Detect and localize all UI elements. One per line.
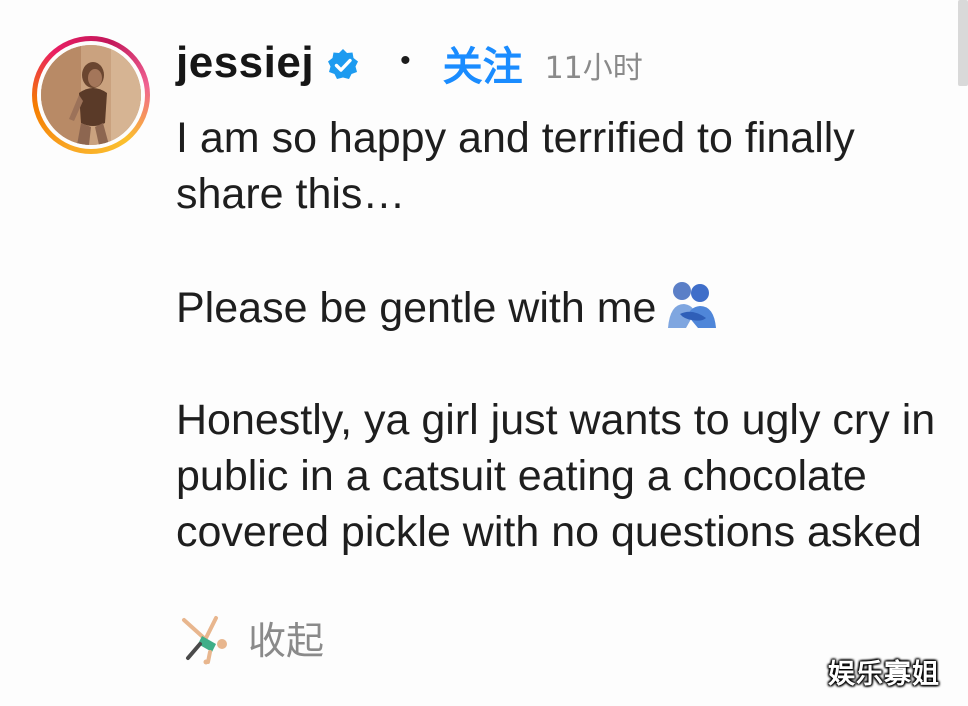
- follow-button[interactable]: 关注: [443, 34, 523, 92]
- people-hugging-icon: [662, 278, 720, 330]
- verified-badge-icon: [326, 48, 360, 82]
- caption-line-2: Please be gentle with me: [176, 278, 936, 336]
- scrollbar[interactable]: [958, 0, 968, 86]
- watermark: 娱乐寡姐: [828, 659, 940, 690]
- avatar-border: [37, 41, 145, 149]
- avatar[interactable]: [41, 45, 141, 145]
- post-caption: I am so happy and terrified to finally s…: [176, 110, 936, 560]
- collapse-row: 收起: [176, 608, 324, 666]
- separator-dot: •: [400, 44, 411, 77]
- person-cartwheeling-icon: [176, 608, 234, 666]
- collapse-link[interactable]: 收起: [248, 610, 324, 665]
- post-header: jessiej • 关注 11小时: [176, 30, 643, 96]
- story-ring[interactable]: [32, 36, 150, 154]
- profile-photo: [41, 45, 141, 145]
- caption-line-2-text: Please be gentle with me: [176, 284, 657, 332]
- username-link[interactable]: jessiej: [176, 38, 314, 88]
- caption-line-1: I am so happy and terrified to finally s…: [176, 114, 855, 218]
- post-timestamp: 11小时: [544, 51, 643, 86]
- caption-line-3: Honestly, ya girl just wants to ugly cry…: [176, 396, 936, 556]
